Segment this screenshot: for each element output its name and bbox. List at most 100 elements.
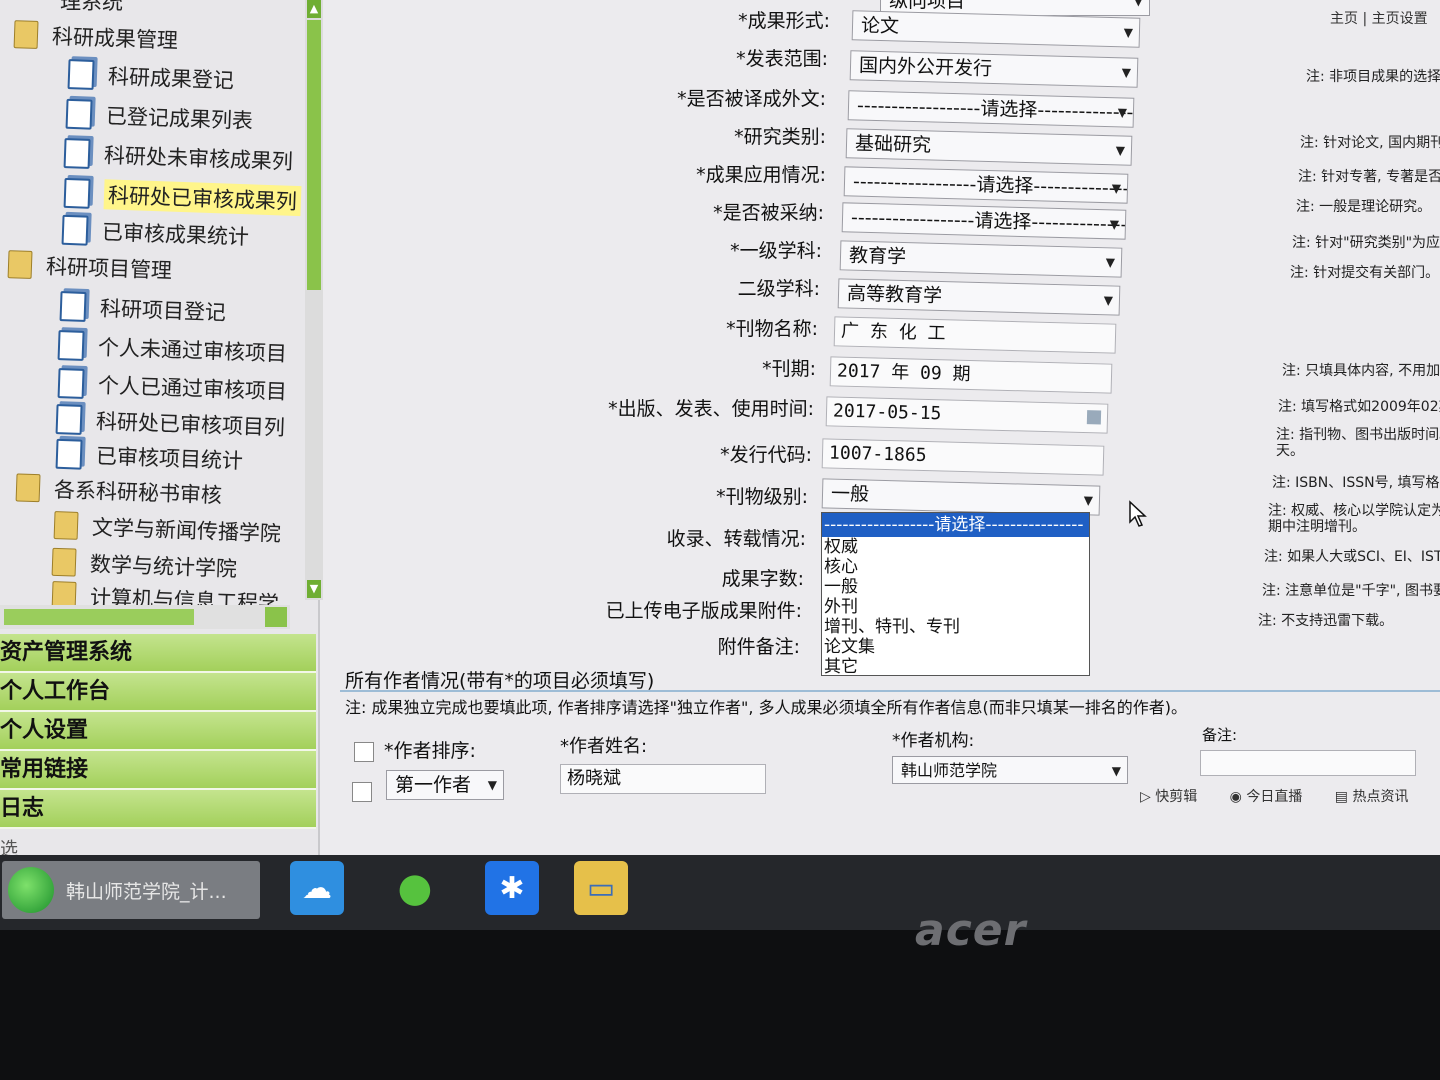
tree-label: 数学与统计学院 [89, 552, 238, 582]
menu-common-links[interactable]: 常用链接 [0, 751, 316, 790]
tree-label: 科研成果登记 [107, 64, 235, 93]
dropdown-option[interactable]: 增刊、特刊、专刊 [822, 617, 1089, 637]
author-row-checkbox[interactable] [352, 782, 372, 802]
chevron-down-icon: ▼ [1111, 181, 1122, 196]
menu-personal-workbench[interactable]: 个人工作台 [0, 673, 316, 712]
tree-item-unreviewed-results[interactable]: 科研处未审核成果列 [63, 136, 293, 178]
dropdown-option-placeholder[interactable]: ------------------请选择---------------- [822, 513, 1089, 537]
note-text: 注: 非项目成果的选择 [1306, 69, 1440, 85]
chevron-down-icon: ▼ [1117, 105, 1128, 120]
dropdown-option[interactable]: 论文集 [822, 637, 1089, 657]
select-value: 高等教育学 [846, 282, 943, 308]
select-all-checkbox[interactable] [354, 742, 374, 762]
author-order-select[interactable]: 第一作者 ▼ [386, 770, 504, 800]
adopted-select[interactable]: ------------------请选择-------------- ▼ [841, 202, 1127, 240]
tree-partial-item[interactable]: 理系统 [60, 0, 123, 18]
tree-item-unpassed-projects[interactable]: 个人未通过审核项目 [57, 328, 287, 370]
screen: 理系统 科研成果管理 科研成果登记 已登记成果列表 科研处未审核成果列 科研处已… [0, 0, 1440, 930]
calendar-icon[interactable] [1086, 410, 1102, 425]
browser-icon [8, 867, 54, 913]
dropdown-option[interactable]: 核心 [822, 557, 1089, 577]
tree-item-registered-list[interactable]: 已登记成果列表 [65, 97, 253, 138]
hot-news-button[interactable]: ▤ 热点资讯 [1335, 789, 1423, 805]
tree-vertical-scrollbar[interactable]: ▲ ▼ [305, 0, 323, 600]
journal-level-select[interactable]: 一般 ▼ [821, 478, 1101, 516]
dropdown-option[interactable]: 一般 [822, 577, 1089, 597]
issue-input[interactable]: 2017 年 09 期 [829, 356, 1113, 394]
label-word-count: 成果字数: [721, 568, 804, 590]
tree-item-reviewed-results[interactable]: 科研处已审核成果列 [63, 176, 302, 218]
sidebar: 理系统 科研成果管理 科研成果登记 已登记成果列表 科研处未审核成果列 科研处已… [0, 0, 323, 930]
chevron-down-icon: ▼ [1083, 493, 1094, 508]
select-value: ------------------请选择-------------- [852, 170, 1129, 200]
research-type-select[interactable]: 基础研究 ▼ [845, 128, 1133, 166]
tree-item-results-stats[interactable]: 已审核成果统计 [61, 213, 249, 254]
tree-label: 科研处未审核成果列 [103, 143, 294, 174]
result-form-select[interactable]: 论文 ▼ [851, 10, 1141, 48]
issn-input[interactable]: 1007-1865 [821, 438, 1105, 476]
menu-asset-system[interactable]: 资产管理系统 [0, 634, 316, 673]
primary-discipline-select[interactable]: 教育学 ▼ [839, 240, 1123, 278]
select-value: 第一作者 [395, 774, 472, 796]
monitor-bezel [0, 930, 1440, 1080]
label-journal-name: *刊物名称: [726, 318, 818, 340]
translated-select[interactable]: ------------------请选择-------------- ▼ [847, 90, 1135, 128]
note-text: 天。 [1276, 443, 1304, 459]
application-select[interactable]: ------------------请选择-------------- ▼ [843, 166, 1129, 204]
dingtalk-icon[interactable]: ✱ [485, 861, 539, 915]
header-remark: 备注: [1202, 726, 1238, 744]
page-icon [61, 214, 89, 246]
tree-folder-research-projects[interactable]: 科研项目管理 [7, 247, 172, 287]
tree-item-register-results[interactable]: 科研成果登记 [67, 57, 234, 97]
note-text: 注: 一般是理论研究。 [1296, 199, 1432, 215]
chevron-down-icon: ▼ [1105, 255, 1116, 270]
tree-item-project-register[interactable]: 科研项目登记 [59, 289, 226, 329]
select-value: 教育学 [848, 244, 907, 269]
tree-folder-research-results[interactable]: 科研成果管理 [13, 17, 178, 57]
live-today-button[interactable]: ◉ 今日直播 [1230, 789, 1317, 805]
hscroll-right-arrow-icon[interactable] [265, 607, 287, 627]
label-research-type: *研究类别: [734, 126, 826, 148]
menu-label: 常用链接 [0, 757, 89, 782]
publish-scope-select[interactable]: 国内外公开发行 ▼ [849, 50, 1139, 88]
tree-label: 科研处已审核项目列 [95, 409, 286, 440]
tree-folder-secretary-review[interactable]: 各系科研秘书审核 [15, 470, 222, 511]
page-icon [57, 330, 85, 361]
scroll-up-arrow-icon[interactable]: ▲ [307, 0, 321, 18]
select-value: 论文 [860, 14, 900, 38]
tree-label: 文学与新闻传播学院 [91, 515, 282, 546]
menu-personal-settings[interactable]: 个人设置 [0, 712, 316, 751]
baidu-cloud-icon[interactable]: ☁ [290, 861, 344, 915]
author-name-input[interactable]: 杨晓斌 [560, 764, 766, 794]
dropdown-option[interactable]: 其它 [822, 657, 1089, 677]
top-links[interactable]: 主页 | 主页设置 [1330, 8, 1428, 28]
tree-item-passed-projects[interactable]: 个人已通过审核项目 [57, 366, 287, 408]
wechat-icon[interactable]: ● [388, 861, 442, 915]
tree-horizontal-scrollbar[interactable] [0, 605, 290, 629]
secondary-discipline-select[interactable]: 高等教育学 ▼ [837, 278, 1121, 316]
publish-date-input[interactable]: 2017-05-15 [825, 396, 1109, 434]
tree-folder-literature-college[interactable]: 文学与新闻传播学院 [53, 508, 281, 550]
scroll-down-arrow-icon[interactable]: ▼ [307, 580, 321, 598]
chevron-down-icon: ▼ [1133, 0, 1143, 8]
select-value: 国内外公开发行 [858, 54, 993, 80]
author-remark-input[interactable] [1200, 750, 1416, 776]
select-value: 纵向项目 [889, 0, 966, 12]
note-text: 注: 如果人大或SCI、EI、ISTP等收 [1264, 549, 1440, 565]
journal-level-dropdown[interactable]: ------------------请选择---------------- 权威… [821, 512, 1090, 677]
hscroll-thumb[interactable] [4, 609, 194, 625]
author-org-select[interactable]: 韩山师范学院 ▼ [892, 756, 1128, 784]
menu-log[interactable]: 日志 [0, 790, 316, 829]
header-author-order: *作者排序: [384, 740, 476, 762]
dropdown-option[interactable]: 权威 [822, 537, 1089, 557]
taskbar-browser-window[interactable]: 韩山师范学院_计... [2, 861, 260, 919]
quick-clip-button[interactable]: ▷ 快剪辑 [1140, 789, 1211, 805]
tree-label: 科研项目管理 [45, 254, 173, 283]
file-explorer-icon[interactable]: ▭ [574, 861, 628, 915]
tree-item-projects-stats[interactable]: 已审核项目统计 [55, 437, 243, 478]
scroll-thumb[interactable] [307, 20, 321, 290]
journal-name-input[interactable]: 广 东 化 工 [833, 316, 1117, 354]
menu-label: 个人工作台 [0, 679, 111, 704]
authors-section-title: 所有作者情况(带有*的项目必须填写) [345, 670, 655, 692]
dropdown-option[interactable]: 外刊 [822, 597, 1089, 617]
